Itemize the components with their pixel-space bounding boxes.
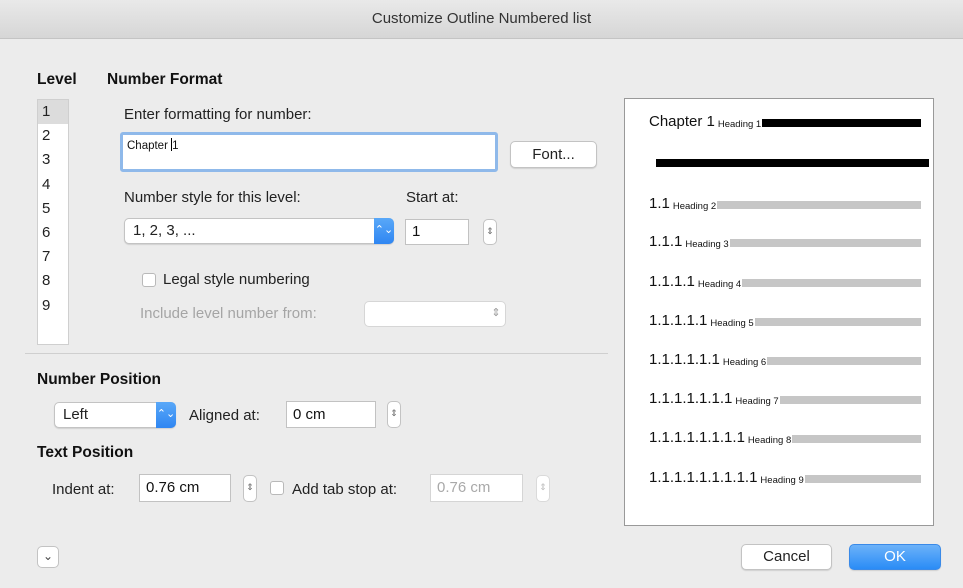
aligned-at-stepper-icon[interactable]: ⇕: [387, 401, 401, 428]
preview-heading: Heading 4: [697, 279, 742, 290]
preview-number: 1.1.1.1.1: [649, 312, 708, 329]
preview-number: 1.1.1.1: [649, 273, 695, 290]
level-list[interactable]: 1 2 3 4 5 6 7 8 9: [37, 99, 69, 345]
indent-at-stepper-icon[interactable]: ⇕: [243, 475, 257, 502]
level-item-5[interactable]: 5: [38, 197, 68, 221]
format-number-input[interactable]: Chapter 1: [120, 132, 498, 172]
preview-line-4: 1.1.1.1 Heading 4: [649, 273, 921, 290]
add-tab-stop-label: Add tab stop at:: [292, 481, 398, 498]
level-item-1[interactable]: 1: [38, 100, 68, 125]
level-item-7[interactable]: 7: [38, 245, 68, 269]
preview-line-7: 1.1.1.1.1.1.1 Heading 7: [649, 390, 921, 407]
updown-chevron-icon: ⌃⌄: [374, 218, 394, 244]
start-at-stepper-icon[interactable]: ⇕: [483, 219, 497, 245]
include-level-label: Include level number from:: [140, 305, 317, 322]
customize-outline-dialog: Customize Outline Numbered list Level 1 …: [0, 0, 963, 588]
preview-line-6: 1.1.1.1.1.1 Heading 6: [649, 351, 921, 368]
preview-line-2: 1.1 Heading 2: [649, 195, 921, 212]
level-heading: Level: [37, 71, 77, 88]
level-item-6[interactable]: 6: [38, 221, 68, 245]
preview-number: Chapter 1: [649, 113, 715, 130]
section-divider: [25, 353, 608, 354]
level-item-4[interactable]: 4: [38, 173, 68, 197]
number-style-select[interactable]: 1, 2, 3, ... ⌃⌄: [124, 218, 394, 244]
number-alignment-value: Left: [63, 406, 89, 423]
indent-at-input[interactable]: 0.76 cm: [139, 474, 231, 502]
preview-text-bar: [762, 119, 921, 127]
window-title: Customize Outline Numbered list: [0, 0, 963, 39]
preview-heading: Heading 2: [672, 201, 717, 212]
preview-text-bar: [656, 159, 929, 167]
legal-style-label: Legal style numbering: [163, 271, 310, 288]
preview-line-3: 1.1.1 Heading 3: [649, 233, 921, 250]
preview-number: 1.1.1.1.1.1: [649, 351, 720, 368]
level-item-9[interactable]: 9: [38, 294, 68, 318]
outline-preview: Chapter 1 Heading 1 1.1 Heading 2 1.1.1 …: [624, 98, 934, 526]
preview-text-bar: [717, 201, 921, 209]
preview-text-bar: [804, 475, 921, 483]
font-button[interactable]: Font...: [510, 141, 597, 168]
format-number-text: 1: [172, 140, 179, 152]
tab-stop-input[interactable]: 0.76 cm: [430, 474, 523, 502]
preview-heading: Heading 7: [735, 396, 779, 407]
updown-chevron-icon: ⇕: [491, 307, 501, 319]
preview-line-5: 1.1.1.1.1 Heading 5: [649, 312, 921, 329]
start-at-input[interactable]: 1: [405, 219, 469, 245]
cancel-button[interactable]: Cancel: [741, 544, 832, 570]
format-prefix-text: Chapter: [127, 140, 172, 152]
preview-heading: Heading 5: [710, 318, 754, 329]
preview-number: 1.1.1.1.1.1.1.1: [649, 429, 745, 446]
aligned-at-label: Aligned at:: [189, 407, 260, 424]
level-item-2[interactable]: 2: [38, 124, 68, 148]
level-item-8[interactable]: 8: [38, 269, 68, 293]
legal-style-checkbox[interactable]: [142, 273, 156, 287]
preview-line-8: 1.1.1.1.1.1.1.1 Heading 8: [649, 429, 921, 446]
preview-text-bar: [767, 357, 921, 365]
include-level-select[interactable]: ⇕: [364, 301, 506, 327]
preview-heading: Heading 6: [722, 357, 767, 368]
number-format-heading: Number Format: [107, 71, 223, 88]
indent-at-label: Indent at:: [52, 481, 115, 498]
tab-stop-stepper-icon[interactable]: ⇕: [536, 475, 550, 502]
preview-text-bar: [779, 396, 921, 404]
preview-text-bar: [754, 318, 921, 326]
preview-heading: Heading 1: [717, 119, 762, 130]
preview-heading: Heading 8: [747, 435, 792, 446]
ok-button[interactable]: OK: [849, 544, 941, 570]
add-tab-stop-checkbox[interactable]: [270, 481, 284, 495]
preview-text-bar: [729, 239, 921, 247]
preview-line-1: Chapter 1 Heading 1: [649, 113, 921, 130]
preview-text-bar: [792, 435, 921, 443]
preview-heading: Heading 9: [760, 475, 804, 486]
number-alignment-select[interactable]: Left ⌃⌄: [54, 402, 176, 428]
chevron-down-icon[interactable]: ⌄: [37, 546, 59, 568]
start-at-label: Start at:: [406, 189, 459, 206]
preview-number: 1.1.1.1.1.1.1: [649, 390, 733, 407]
number-style-label: Number style for this level:: [124, 189, 301, 206]
text-position-heading: Text Position: [37, 444, 134, 461]
preview-number: 1.1.1: [649, 233, 683, 250]
number-style-value: 1, 2, 3, ...: [133, 222, 196, 239]
number-position-heading: Number Position: [37, 371, 162, 388]
level-item-3[interactable]: 3: [38, 148, 68, 172]
preview-line-9: 1.1.1.1.1.1.1.1.1 Heading 9: [649, 469, 921, 486]
aligned-at-input[interactable]: 0 cm: [286, 401, 376, 428]
preview-number: 1.1: [649, 195, 670, 212]
updown-chevron-icon: ⌃⌄: [156, 402, 176, 428]
preview-heading: Heading 3: [685, 239, 729, 250]
preview-number: 1.1.1.1.1.1.1.1.1: [649, 469, 758, 486]
preview-text-bar: [742, 279, 921, 287]
enter-formatting-label: Enter formatting for number:: [124, 106, 312, 123]
